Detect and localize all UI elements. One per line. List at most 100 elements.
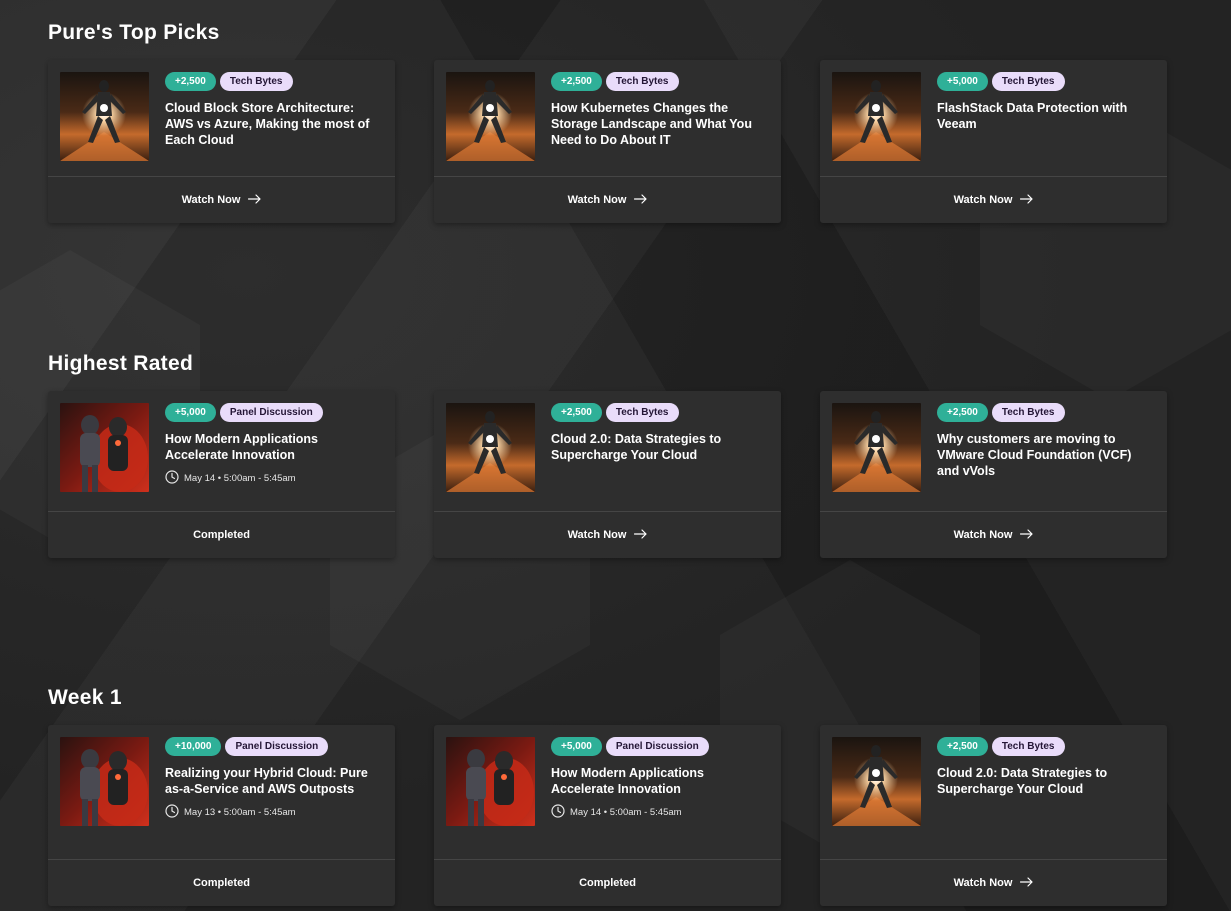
points-badge: +5,000 bbox=[937, 72, 988, 91]
category-badge: Panel Discussion bbox=[605, 737, 709, 756]
arrow-right-icon bbox=[1020, 528, 1034, 542]
section: Week 1 +10,000 Panel Discussion Realizing y… bbox=[48, 685, 1168, 906]
card-body: +2,500 Tech Bytes Cloud Block Store Archit… bbox=[48, 60, 395, 176]
session-thumbnail[interactable] bbox=[60, 72, 149, 161]
session-title[interactable]: How Modern Applications Accelerate Innov… bbox=[551, 765, 769, 797]
section-title: Pure's Top Picks bbox=[48, 21, 220, 44]
session-card[interactable]: +5,000 Tech Bytes FlashStack Data Protecti… bbox=[820, 60, 1167, 223]
session-card[interactable]: +2,500 Tech Bytes How Kubernetes Changes t… bbox=[434, 60, 781, 223]
points-badge: +2,500 bbox=[551, 403, 602, 422]
session-card[interactable]: +10,000 Panel Discussion Realizing your Hy… bbox=[48, 725, 395, 906]
session-title[interactable]: FlashStack Data Protection with Veeam bbox=[937, 100, 1155, 132]
session-title[interactable]: Cloud 2.0: Data Strategies to Supercharg… bbox=[937, 765, 1155, 797]
clock-icon bbox=[165, 804, 179, 821]
category-badge: Tech Bytes bbox=[991, 737, 1065, 756]
session-info: +5,000 Panel Discussion How Modern Applica… bbox=[551, 737, 769, 859]
card-body: +5,000 Tech Bytes FlashStack Data Protecti… bbox=[820, 60, 1167, 176]
completed-status: Completed bbox=[48, 859, 395, 906]
session-thumbnail[interactable] bbox=[832, 737, 921, 826]
points-badge: +2,500 bbox=[551, 72, 602, 91]
watch-now-button[interactable]: Watch Now bbox=[434, 176, 781, 223]
watch-now-button[interactable]: Watch Now bbox=[48, 176, 395, 223]
badges: +2,500 Tech Bytes bbox=[551, 403, 769, 422]
session-info: +2,500 Tech Bytes Cloud 2.0: Data Strategi… bbox=[551, 403, 769, 511]
session-card[interactable]: +5,000 Panel Discussion How Modern Applica… bbox=[434, 725, 781, 906]
card-body: +2,500 Tech Bytes Cloud 2.0: Data Strategi… bbox=[434, 391, 781, 511]
card-body: +10,000 Panel Discussion Realizing your Hy… bbox=[48, 725, 395, 859]
session-info: +2,500 Tech Bytes Cloud Block Store Archit… bbox=[165, 72, 383, 176]
session-title[interactable]: How Kubernetes Changes the Storage Lands… bbox=[551, 100, 769, 148]
session-info: +2,500 Tech Bytes Cloud 2.0: Data Strategi… bbox=[937, 737, 1155, 859]
section-title: Highest Rated bbox=[48, 352, 194, 375]
session-title[interactable]: Realizing your Hybrid Cloud: Pure as-a-S… bbox=[165, 765, 383, 797]
points-badge: +5,000 bbox=[551, 737, 602, 756]
category-badge: Panel Discussion bbox=[225, 737, 329, 756]
badges: +2,500 Tech Bytes bbox=[551, 72, 769, 91]
category-badge: Tech Bytes bbox=[219, 72, 293, 91]
points-badge: +2,500 bbox=[937, 403, 988, 422]
completed-label: Completed bbox=[579, 877, 636, 889]
category-badge: Tech Bytes bbox=[605, 72, 679, 91]
points-badge: +10,000 bbox=[165, 737, 222, 756]
arrow-right-icon bbox=[1020, 193, 1034, 207]
session-title[interactable]: Why customers are moving to VMware Cloud… bbox=[937, 431, 1155, 479]
category-badge: Tech Bytes bbox=[991, 403, 1065, 422]
section: Highest Rated +5,000 Panel Discussion How M… bbox=[48, 351, 1168, 558]
completed-status: Completed bbox=[48, 511, 395, 558]
badges: +5,000 Tech Bytes bbox=[937, 72, 1155, 91]
card-body: +2,500 Tech Bytes Why customers are moving… bbox=[820, 391, 1167, 511]
points-badge: +2,500 bbox=[165, 72, 216, 91]
completed-label: Completed bbox=[193, 529, 250, 541]
watch-now-label: Watch Now bbox=[953, 194, 1013, 206]
watch-now-button[interactable]: Watch Now bbox=[434, 511, 781, 558]
arrow-right-icon bbox=[1020, 876, 1034, 890]
clock-icon bbox=[165, 470, 179, 487]
session-title[interactable]: How Modern Applications Accelerate Innov… bbox=[165, 431, 383, 463]
session-title[interactable]: Cloud Block Store Architecture: AWS vs A… bbox=[165, 100, 383, 148]
session-card[interactable]: +2,500 Tech Bytes Why customers are moving… bbox=[820, 391, 1167, 558]
watch-now-label: Watch Now bbox=[953, 877, 1013, 889]
watch-now-button[interactable]: Watch Now bbox=[820, 176, 1167, 223]
session-card[interactable]: +2,500 Tech Bytes Cloud 2.0: Data Strategi… bbox=[820, 725, 1167, 906]
section: Pure's Top Picks +2,500 Tech Bytes Cloud Bl… bbox=[48, 20, 1168, 223]
session-info: +5,000 Panel Discussion How Modern Applica… bbox=[165, 403, 383, 511]
watch-now-button[interactable]: Watch Now bbox=[820, 511, 1167, 558]
card-body: +5,000 Panel Discussion How Modern Applica… bbox=[48, 391, 395, 511]
badges: +10,000 Panel Discussion bbox=[165, 737, 383, 756]
watch-now-button[interactable]: Watch Now bbox=[820, 859, 1167, 906]
session-info: +5,000 Tech Bytes FlashStack Data Protecti… bbox=[937, 72, 1155, 176]
session-title[interactable]: Cloud 2.0: Data Strategies to Supercharg… bbox=[551, 431, 769, 463]
session-card[interactable]: +2,500 Tech Bytes Cloud Block Store Archit… bbox=[48, 60, 395, 223]
session-time-text: May 13 • 5:00am - 5:45am bbox=[184, 807, 296, 818]
card-grid: +5,000 Panel Discussion How Modern Applica… bbox=[48, 391, 1168, 558]
watch-now-label: Watch Now bbox=[181, 194, 241, 206]
session-time: May 14 • 5:00am - 5:45am bbox=[551, 804, 769, 821]
session-time-text: May 14 • 5:00am - 5:45am bbox=[184, 473, 296, 484]
session-card[interactable]: +2,500 Tech Bytes Cloud 2.0: Data Strategi… bbox=[434, 391, 781, 558]
badges: +2,500 Tech Bytes bbox=[937, 403, 1155, 422]
session-thumbnail[interactable] bbox=[60, 737, 149, 826]
session-time-text: May 14 • 5:00am - 5:45am bbox=[570, 807, 682, 818]
card-grid: +10,000 Panel Discussion Realizing your Hy… bbox=[48, 725, 1168, 906]
points-badge: +2,500 bbox=[937, 737, 988, 756]
session-thumbnail[interactable] bbox=[446, 72, 535, 161]
points-badge: +5,000 bbox=[165, 403, 216, 422]
session-info: +2,500 Tech Bytes Why customers are moving… bbox=[937, 403, 1155, 511]
watch-now-label: Watch Now bbox=[567, 529, 627, 541]
session-time: May 13 • 5:00am - 5:45am bbox=[165, 804, 383, 821]
completed-label: Completed bbox=[193, 877, 250, 889]
watch-now-label: Watch Now bbox=[567, 194, 627, 206]
session-thumbnail[interactable] bbox=[60, 403, 149, 492]
session-thumbnail[interactable] bbox=[832, 72, 921, 161]
session-time: May 14 • 5:00am - 5:45am bbox=[165, 470, 383, 487]
session-info: +2,500 Tech Bytes How Kubernetes Changes t… bbox=[551, 72, 769, 176]
arrow-right-icon bbox=[634, 193, 648, 207]
session-thumbnail[interactable] bbox=[446, 737, 535, 826]
card-body: +2,500 Tech Bytes How Kubernetes Changes t… bbox=[434, 60, 781, 176]
session-thumbnail[interactable] bbox=[832, 403, 921, 492]
session-thumbnail[interactable] bbox=[446, 403, 535, 492]
category-badge: Tech Bytes bbox=[991, 72, 1065, 91]
arrow-right-icon bbox=[634, 528, 648, 542]
card-grid: +2,500 Tech Bytes Cloud Block Store Archit… bbox=[48, 60, 1168, 223]
session-card[interactable]: +5,000 Panel Discussion How Modern Applica… bbox=[48, 391, 395, 558]
